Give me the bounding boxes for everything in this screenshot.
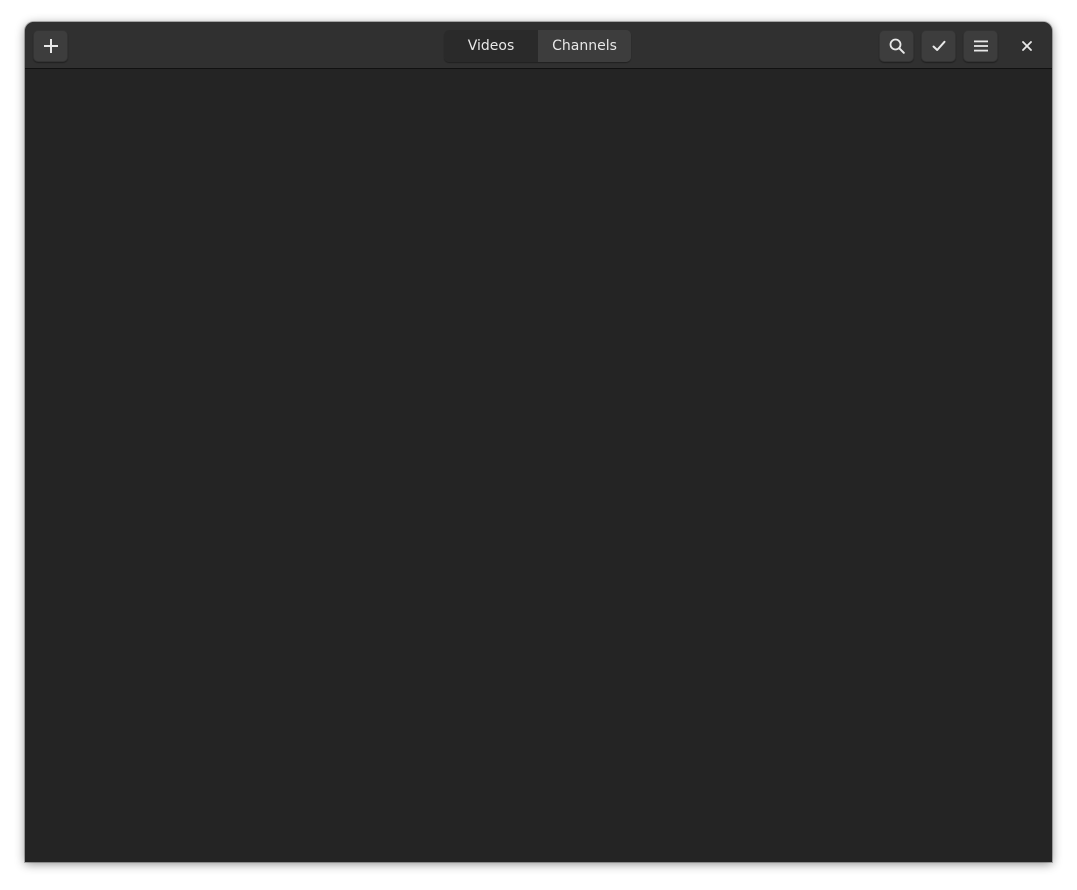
headerbar: Videos Channels (25, 22, 1052, 69)
tab-videos[interactable]: Videos (444, 30, 538, 62)
hamburger-menu-icon (973, 38, 989, 54)
tab-channels[interactable]: Channels (538, 30, 631, 62)
main-content-area (25, 69, 1052, 862)
selection-mode-button[interactable] (921, 30, 956, 62)
close-icon (1022, 36, 1032, 55)
plus-icon (43, 38, 59, 54)
app-window: Videos Channels (25, 22, 1052, 862)
search-button[interactable] (879, 30, 914, 62)
close-button[interactable] (1015, 33, 1039, 57)
checkmark-icon (932, 39, 946, 53)
add-button[interactable] (33, 30, 68, 62)
main-menu-button[interactable] (963, 30, 998, 62)
search-icon (889, 38, 905, 54)
view-switcher: Videos Channels (444, 30, 631, 62)
